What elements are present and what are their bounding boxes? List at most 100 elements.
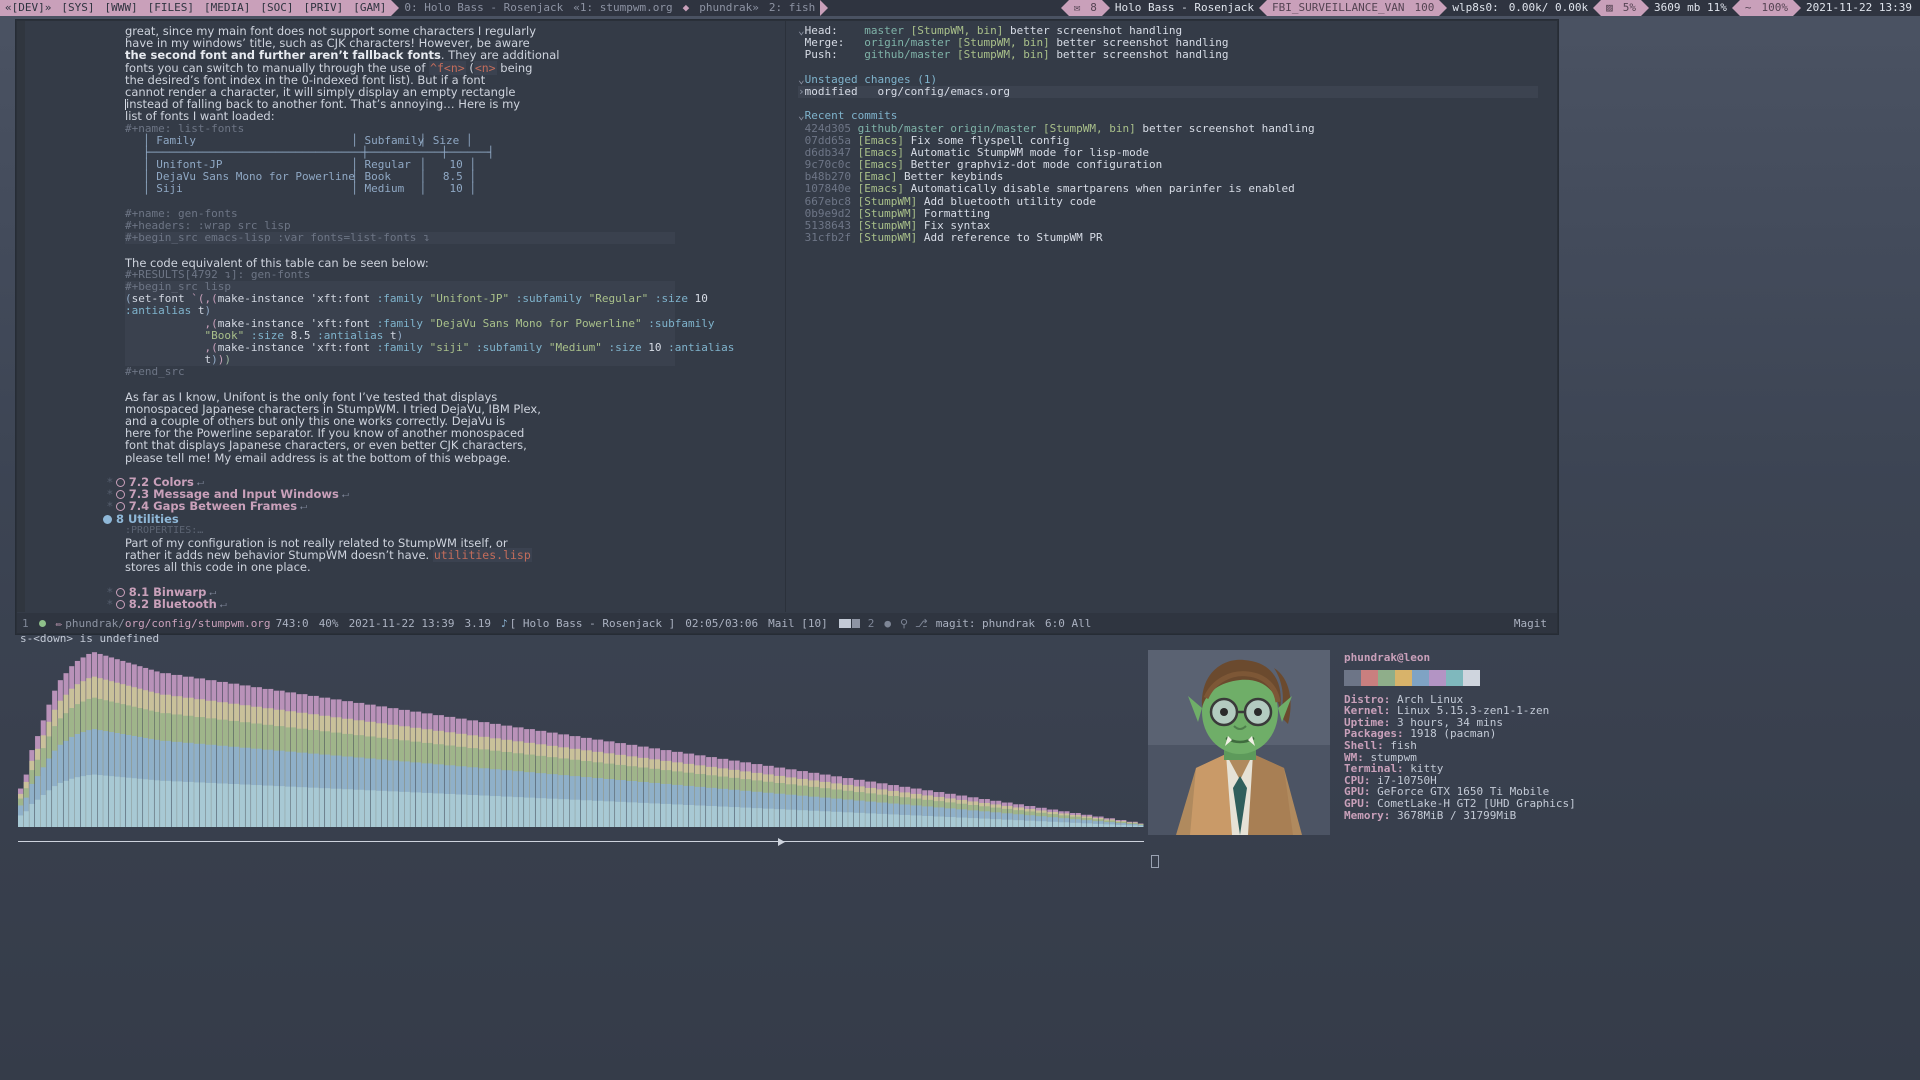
group-dev[interactable]: «[DEV]» bbox=[0, 0, 57, 16]
modeline-buffer-path[interactable]: phundrak/org/config/stumpwm.org bbox=[65, 613, 270, 633]
head-branch: master bbox=[864, 24, 904, 37]
outline-item-8-2[interactable]: * 8.2 Bluetooth ⮠ bbox=[107, 596, 775, 611]
mail-count: 8 bbox=[1085, 0, 1102, 16]
unstaged-label: Unstaged changes (1) bbox=[804, 72, 938, 86]
commit-tag: [Emacs] bbox=[857, 182, 904, 196]
outline-label: 8 Utilities bbox=[116, 511, 179, 526]
outline-bullet-icon[interactable] bbox=[103, 514, 112, 524]
unstaged-kind: modified bbox=[804, 84, 858, 98]
org-document-content: great, since my main font does not suppo… bbox=[103, 25, 775, 611]
git-icon: ⎇ bbox=[915, 616, 928, 630]
emacs-echo-area: s-<down> is undefined bbox=[20, 632, 160, 645]
chevron-down-icon[interactable]: ⌄ bbox=[798, 73, 805, 86]
magit-push-row[interactable]: Push: github/master [StumpWM, bin] bette… bbox=[798, 49, 1538, 61]
commit-hash: 667ebc8 bbox=[804, 194, 851, 208]
group-sys[interactable]: [SYS] bbox=[56, 0, 100, 16]
commit-row[interactable]: 424d305 github/master origin/master [Stu… bbox=[798, 121, 1538, 135]
push-message: better screenshot handling bbox=[1056, 48, 1229, 62]
now-playing[interactable]: Holo Bass - Rosenjack bbox=[1110, 0, 1259, 16]
modeline-position: 743:0 bbox=[275, 616, 309, 630]
note-icon: ♪ bbox=[501, 616, 508, 630]
group-soc[interactable]: [SOC] bbox=[255, 0, 299, 16]
para-line-verbatim: fonts you can switch to manually through… bbox=[125, 60, 533, 75]
commit-message: Fix some flyspell config bbox=[910, 133, 1070, 147]
window-1[interactable]: «1: stumpwm.org bbox=[568, 0, 678, 16]
neofetch-value: 1918 (pacman) bbox=[1403, 727, 1497, 741]
powerline-left-separator-4-icon bbox=[1731, 0, 1740, 16]
outline-star-icon: * bbox=[107, 596, 113, 611]
table-row: │ Siji │ Medium │ 10 │ bbox=[143, 182, 476, 196]
window-2[interactable]: 2: fish bbox=[763, 0, 821, 16]
topbar-spacer bbox=[828, 0, 1061, 16]
outline-star-icon: * bbox=[107, 499, 113, 514]
outline-bullet-icon[interactable] bbox=[115, 490, 125, 500]
group-media[interactable]: [MEDIA] bbox=[198, 0, 256, 16]
modeline-magit-position: 6:0 All bbox=[1045, 616, 1092, 630]
window-modified-icon: ◆ bbox=[682, 1, 690, 14]
chevron-down-icon[interactable]: ⌄ bbox=[798, 24, 805, 37]
neofetch-user: phundrak@leon bbox=[1344, 651, 1431, 664]
chevron-down-icon[interactable]: ⌄ bbox=[798, 109, 805, 122]
para-line: stores all this code in one place. bbox=[125, 560, 311, 575]
topbar-status: ✉ 8 Holo Bass - Rosenjack FBI_SURVEILLAN… bbox=[1060, 0, 1920, 16]
modeline-music-time: 02:05/03:06 bbox=[685, 616, 759, 630]
audio-visualizer bbox=[18, 652, 1144, 857]
buffer-state-icon bbox=[38, 619, 46, 627]
cpu-icon: ▨ bbox=[1601, 0, 1618, 16]
outline-bullet-icon[interactable] bbox=[115, 477, 125, 487]
powerline-separator-icon bbox=[391, 0, 400, 16]
battery-percent: 100% bbox=[1756, 0, 1794, 16]
emacs-frame[interactable]: great, since my main font does not suppo… bbox=[16, 20, 1558, 634]
modeline-magit-buffer: magit: phundrak bbox=[935, 616, 1036, 630]
utilities-link[interactable]: utilities.lisp bbox=[432, 548, 532, 563]
modeline-version: 3.19 bbox=[464, 616, 492, 630]
commit-tag: [StumpWM] bbox=[857, 194, 918, 208]
commit-message: Automatic StumpWM mode for lisp-mode bbox=[910, 145, 1150, 159]
merge-branch: origin/master bbox=[864, 36, 951, 50]
push-label: Push: bbox=[804, 48, 838, 62]
group-www[interactable]: [WWW] bbox=[99, 0, 143, 16]
src-begin: #+begin_src emacs-lisp :var fonts=list-f… bbox=[125, 231, 675, 245]
org-document-window[interactable]: great, since my main font does not suppo… bbox=[17, 21, 783, 612]
lisp-source-block: (set-font `(,(make-instance 'xft:font :f… bbox=[125, 293, 734, 367]
chevron-right-icon[interactable]: › bbox=[798, 85, 805, 98]
commit-message: better screenshot handling bbox=[1142, 121, 1315, 135]
commit-hash: 5138643 bbox=[804, 219, 851, 233]
commit-tag: [StumpWM] bbox=[857, 206, 918, 220]
cell-size: 10 bbox=[449, 182, 463, 196]
commit-message: Add reference to StumpWM PR bbox=[923, 231, 1103, 245]
magit-window[interactable]: ⌄Head: master [StumpWM, bin] better scre… bbox=[785, 21, 1557, 612]
net-rate: 0.00k/ 0.00k bbox=[1508, 1, 1589, 14]
unstaged-file: org/config/emacs.org bbox=[877, 84, 1010, 98]
powerline-separator-3-icon bbox=[1101, 0, 1110, 16]
powerline-separator-4-icon bbox=[1439, 0, 1448, 16]
visualizer-bars bbox=[18, 652, 1144, 827]
outline-bullet-icon[interactable] bbox=[115, 502, 125, 512]
modeline-mail[interactable]: Mail [10] bbox=[763, 613, 833, 633]
window-1-host[interactable]: phundrak» bbox=[694, 0, 764, 16]
neofetch-row: Memory: 3678MiB / 31799MiB bbox=[1344, 808, 1576, 822]
commit-hash: 9c70c0c bbox=[804, 158, 851, 172]
commit-message: Better keybinds bbox=[903, 170, 1004, 184]
group-priv[interactable]: [PRIV] bbox=[298, 0, 349, 16]
wifi-ssid: FBI_SURVEILLANCE_VAN bbox=[1267, 0, 1410, 16]
palette-swatch bbox=[1429, 669, 1446, 686]
outline-bullet-icon[interactable] bbox=[115, 587, 125, 597]
terminal-cursor bbox=[1151, 855, 1159, 868]
outline-item-7-4[interactable]: * 7.4 Gaps Between Frames ⮠ bbox=[107, 499, 775, 514]
mail-icon[interactable]: ✉ bbox=[1068, 0, 1086, 16]
magit-unstaged-item[interactable]: ›modified org/config/emacs.org bbox=[798, 84, 1538, 99]
commit-row[interactable]: 31cfb2f [StumpWM] Add reference to Stump… bbox=[798, 232, 1538, 244]
path-file: org/config/stumpwm.org bbox=[124, 616, 271, 630]
outline-label: 8.2 Bluetooth bbox=[128, 596, 217, 611]
group-files[interactable]: [FILES] bbox=[142, 0, 199, 16]
neofetch-text: phundrak@leon Distro: Arch Linux Kernel: … bbox=[1344, 652, 1576, 821]
window-0[interactable]: 0: Holo Bass - Rosenjack bbox=[399, 0, 569, 16]
group-gam[interactable]: [GAM] bbox=[348, 0, 392, 16]
cell-subfamily: Medium bbox=[364, 182, 405, 196]
cpu-percent: 5% bbox=[1617, 0, 1642, 16]
outline-item-8[interactable]: 8 Utilities bbox=[103, 511, 775, 526]
neofetch-value: 3678MiB / 31799MiB bbox=[1390, 808, 1517, 822]
stumpwm-mode-line: «[DEV]» [SYS] [WWW] [FILES] [MEDIA] [SOC… bbox=[0, 0, 1920, 16]
outline-bullet-icon[interactable] bbox=[115, 599, 125, 609]
